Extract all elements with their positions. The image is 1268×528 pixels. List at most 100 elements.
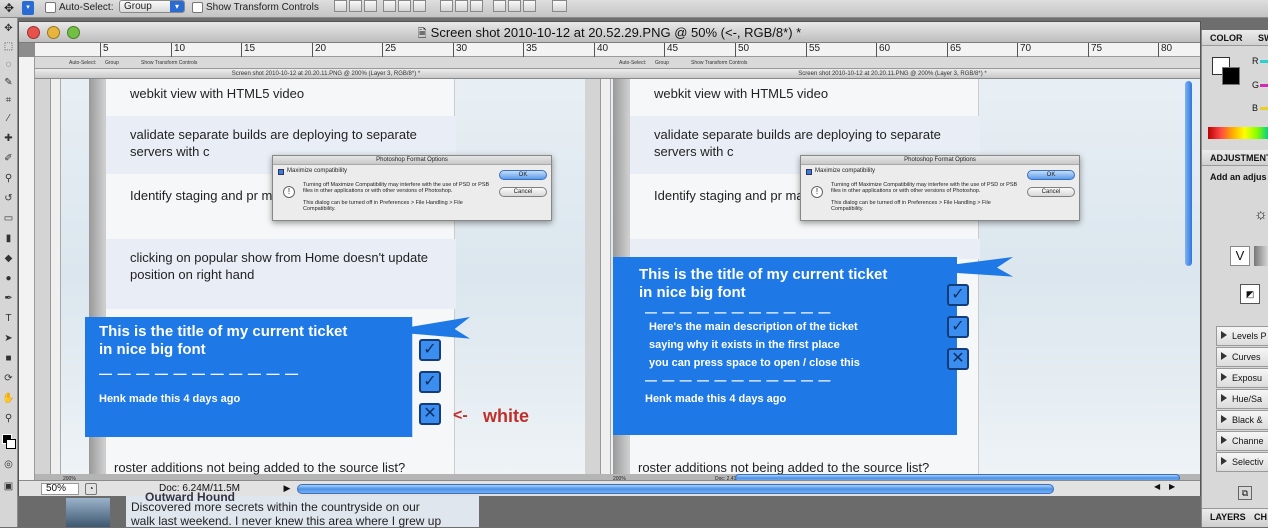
- check-icon[interactable]: ✓: [947, 316, 969, 338]
- align-left-button[interactable]: [383, 0, 396, 12]
- panel-options-icon[interactable]: ⧉: [1238, 486, 1252, 500]
- vertical-ruler[interactable]: [19, 57, 35, 487]
- ok-button[interactable]: OK: [499, 170, 547, 180]
- color-spectrum[interactable]: [1208, 127, 1268, 139]
- adjustment-preset-selective-color[interactable]: Selectiv: [1216, 452, 1268, 472]
- ok-button[interactable]: OK: [1027, 170, 1075, 180]
- tab-channels[interactable]: CH: [1254, 512, 1267, 522]
- gradient-tool-icon[interactable]: ▮: [2, 232, 15, 245]
- group-value: Group: [124, 1, 152, 12]
- adjustment-preset-curves[interactable]: Curves: [1216, 347, 1268, 367]
- 3d-rotate-tool-icon[interactable]: ⟳: [2, 372, 15, 385]
- check-icon[interactable]: ✓: [947, 284, 969, 306]
- zoom-tool-icon[interactable]: ⚲: [2, 412, 15, 425]
- stamp-tool-icon[interactable]: ⚲: [2, 172, 15, 185]
- distribute-right-button[interactable]: [523, 0, 536, 12]
- tab-swatches[interactable]: SW: [1258, 33, 1268, 43]
- screen-mode-icon[interactable]: ▣: [2, 480, 15, 493]
- check-icon[interactable]: ✓: [419, 371, 441, 393]
- adjustment-preset-exposure[interactable]: Exposu: [1216, 368, 1268, 388]
- canvas[interactable]: Auto-Select: Group Show Transform Contro…: [35, 57, 1200, 487]
- marquee-tool-icon[interactable]: ⬚: [2, 40, 15, 53]
- auto-select-group-dropdown[interactable]: Group ▾: [119, 0, 185, 13]
- close-x-icon[interactable]: ✕: [419, 403, 441, 425]
- channel-g-slider[interactable]: [1260, 84, 1268, 87]
- adjustment-preset-levels[interactable]: Levels P: [1216, 326, 1268, 346]
- distribute-hcenter-button[interactable]: [508, 0, 521, 12]
- adjustment-preset-hue-saturation[interactable]: Hue/Sa: [1216, 389, 1268, 409]
- distribute-vcenter-button[interactable]: [455, 0, 468, 12]
- healing-tool-icon[interactable]: ✚: [2, 132, 15, 145]
- status-menu-icon[interactable]: ◔: [85, 483, 97, 495]
- history-brush-tool-icon[interactable]: ↺: [2, 192, 15, 205]
- align-right-button[interactable]: [413, 0, 426, 12]
- dodge-tool-icon[interactable]: ●: [2, 272, 15, 285]
- close-x-icon[interactable]: ✕: [947, 348, 969, 370]
- ruler-number: 45: [667, 43, 679, 54]
- background-color-swatch[interactable]: [1222, 67, 1240, 85]
- shape-tool-icon[interactable]: ■: [2, 352, 15, 365]
- quick-mask-icon[interactable]: ◎: [2, 458, 15, 471]
- channel-r-slider[interactable]: [1260, 60, 1268, 63]
- adjustments-subtitle: Add an adjus: [1210, 172, 1267, 182]
- eraser-tool-icon[interactable]: ▭: [2, 212, 15, 225]
- close-button[interactable]: [27, 26, 40, 39]
- distribute-top-button[interactable]: [440, 0, 453, 12]
- adjustment-preset-channel-mixer[interactable]: Channe: [1216, 431, 1268, 451]
- hue-icon[interactable]: [1254, 246, 1268, 266]
- type-tool-icon[interactable]: T: [2, 312, 15, 325]
- show-transform-checkbox[interactable]: [192, 2, 203, 13]
- minimize-button[interactable]: [47, 26, 60, 39]
- quick-select-tool-icon[interactable]: ✎: [2, 76, 15, 89]
- tab-color[interactable]: COLOR: [1210, 33, 1243, 43]
- adjustment-preset-label: Selectiv: [1232, 457, 1264, 467]
- channel-mixer-icon[interactable]: ◩: [1240, 284, 1260, 304]
- path-select-tool-icon[interactable]: ➤: [2, 332, 15, 345]
- vibrance-icon[interactable]: V: [1230, 246, 1250, 266]
- maximize-compat-checkbox[interactable]: [278, 169, 284, 175]
- scroll-left-icon[interactable]: ◀: [1154, 482, 1160, 491]
- horizontal-ruler[interactable]: 5 10 15 20 25 30 35 40 45 50 55 60 65 70…: [35, 43, 1200, 57]
- window-titlebar[interactable]: 🗎 Screen shot 2010-10-12 at 20.52.29.PNG …: [19, 22, 1200, 43]
- inner-show-transform-label: Show Transform Controls: [141, 60, 198, 66]
- ticket-meta: Henk made this 4 days ago: [99, 393, 241, 405]
- blur-tool-icon[interactable]: ◆: [2, 252, 15, 265]
- horizontal-scrollbar[interactable]: [297, 484, 1054, 494]
- zoom-button[interactable]: [67, 26, 80, 39]
- channel-b-slider[interactable]: [1260, 107, 1268, 110]
- move-tool-icon[interactable]: ✥: [2, 22, 15, 35]
- distribute-left-button[interactable]: [493, 0, 506, 12]
- zoom-level[interactable]: 50%: [41, 483, 79, 495]
- background-color-swatch[interactable]: [6, 439, 16, 449]
- tab-layers[interactable]: LAYERS: [1210, 512, 1246, 522]
- adjustment-preset-black-white[interactable]: Black &: [1216, 410, 1268, 430]
- align-vcenter-button[interactable]: [349, 0, 362, 12]
- auto-align-button[interactable]: [552, 0, 567, 12]
- lasso-tool-icon[interactable]: ◌: [2, 58, 15, 71]
- dialog-title: Photoshop Format Options: [801, 156, 1079, 165]
- status-arrow-icon[interactable]: ▶: [281, 482, 293, 495]
- maximize-compat-checkbox[interactable]: [806, 169, 812, 175]
- distribute-bottom-button[interactable]: [470, 0, 483, 12]
- adjustments-panel-title[interactable]: ADJUSTMENT: [1202, 150, 1268, 166]
- crop-tool-icon[interactable]: ⌗: [2, 94, 15, 107]
- pen-tool-icon[interactable]: ✒: [2, 292, 15, 305]
- ruler-number: 60: [879, 43, 891, 54]
- vertical-scrollbar[interactable]: [1185, 81, 1192, 266]
- align-hcenter-button[interactable]: [398, 0, 411, 12]
- eyedropper-tool-icon[interactable]: ⁄: [2, 112, 15, 125]
- check-icon[interactable]: ✓: [419, 339, 441, 361]
- brush-tool-icon[interactable]: ✐: [2, 152, 15, 165]
- cancel-button[interactable]: Cancel: [499, 187, 547, 197]
- dialog-text-2: This dialog can be turned off in Prefere…: [303, 200, 463, 212]
- align-top-button[interactable]: [334, 0, 347, 12]
- auto-select-checkbox[interactable]: [45, 2, 56, 13]
- move-tool-icon[interactable]: ✥: [2, 1, 16, 15]
- tool-preset-dropdown[interactable]: ▾: [22, 1, 34, 15]
- cancel-button[interactable]: Cancel: [1027, 187, 1075, 197]
- align-bottom-button[interactable]: [364, 0, 377, 12]
- ticket-title: This is the title of my current ticket i…: [99, 323, 348, 358]
- brightness-icon[interactable]: ☼: [1254, 206, 1268, 223]
- hand-tool-icon[interactable]: ✋: [2, 392, 15, 405]
- scroll-right-icon[interactable]: ▶: [1169, 482, 1175, 491]
